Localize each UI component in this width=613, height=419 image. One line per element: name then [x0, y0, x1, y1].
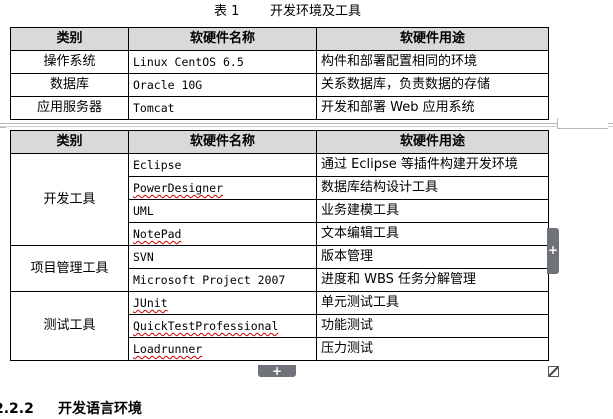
cell-name[interactable]: Linux CentOS 6.5 — [128, 50, 317, 74]
cell-category[interactable]: 应用服务器 — [10, 96, 129, 120]
header-usage[interactable]: 软硬件用途 — [316, 27, 549, 51]
cell-usage[interactable]: 数据库结构设计工具 — [316, 176, 549, 200]
cell-usage[interactable]: 构件和部署配置相同的环境 — [316, 50, 549, 74]
section-number: 2.2.2 — [0, 401, 34, 417]
table-row: 测试工具 JUnit 单元测试工具 — [10, 291, 549, 361]
cell-usage[interactable]: 功能测试 — [316, 314, 549, 338]
section-title: 开发语言环境 — [58, 401, 142, 417]
header-category[interactable]: 类别 — [10, 27, 129, 51]
environment-table[interactable]: 类别 软硬件名称 软硬件用途 操作系统 Linux CentOS 6.5 构件和… — [10, 27, 549, 120]
table-row: 数据库 Oracle 10G 关系数据库，负责数据的存储 — [10, 73, 549, 97]
cell-usage[interactable]: 版本管理 — [316, 245, 549, 269]
cell-name[interactable]: Tomcat — [128, 96, 317, 120]
cell-usage[interactable]: 业务建模工具 — [316, 199, 549, 223]
caption-title: 开发环境及工具 — [270, 4, 362, 19]
cell-category[interactable]: 测试工具 — [10, 291, 129, 361]
plus-icon: + — [548, 243, 559, 257]
spellcheck-text: QuickTestProfessional — [133, 319, 279, 333]
cell-name[interactable]: NotePad — [128, 222, 317, 246]
cell-usage[interactable]: 通过 Eclipse 等插件构建开发环境 — [316, 153, 549, 177]
page-corner-mark — [557, 118, 608, 129]
cell-name[interactable]: SVN — [128, 245, 317, 269]
tools-table[interactable]: 类别 软硬件名称 软硬件用途 开发工具 Eclipse 通过 Eclipse 等… — [10, 130, 549, 361]
cell-category[interactable]: 开发工具 — [10, 153, 129, 246]
header-usage[interactable]: 软硬件用途 — [316, 130, 549, 154]
table-row: 开发工具 Eclipse 通过 Eclipse 等插件构建开发环境 — [10, 153, 549, 246]
plus-icon: + — [271, 364, 283, 378]
table-resize-handle[interactable] — [548, 366, 559, 377]
cell-usage[interactable]: 关系数据库，负责数据的存储 — [316, 73, 549, 97]
cell-category[interactable]: 数据库 — [10, 73, 129, 97]
cell-name[interactable]: Microsoft Project 2007 — [128, 268, 317, 292]
spellcheck-text: PowerDesigner — [133, 181, 224, 195]
header-category[interactable]: 类别 — [10, 130, 129, 154]
page-break-line — [0, 123, 613, 124]
cell-usage[interactable]: 文本编辑工具 — [316, 222, 549, 246]
cell-name[interactable]: Oracle 10G — [128, 73, 317, 97]
spellcheck-text: NotePad — [133, 227, 182, 241]
add-row-button[interactable]: + — [258, 365, 296, 377]
cell-usage[interactable]: 开发和部署 Web 应用系统 — [316, 96, 549, 120]
cell-usage[interactable]: 进度和 WBS 任务分解管理 — [316, 268, 549, 292]
table-header-row: 类别 软硬件名称 软硬件用途 — [10, 130, 549, 154]
table-row: 应用服务器 Tomcat 开发和部署 Web 应用系统 — [10, 96, 549, 120]
page-break — [0, 118, 613, 129]
table-header-row: 类别 软硬件名称 软硬件用途 — [10, 27, 549, 51]
add-column-button[interactable]: + — [547, 228, 559, 274]
cell-usage[interactable]: 单元测试工具 — [316, 291, 549, 315]
cell-name[interactable]: Loadrunner — [128, 337, 317, 361]
cell-name[interactable]: QuickTestProfessional — [128, 314, 317, 338]
spellcheck-text: JUnit — [133, 296, 168, 310]
page-corner-mark — [0, 121, 6, 128]
cell-name[interactable]: PowerDesigner — [128, 176, 317, 200]
page-break-line — [0, 126, 613, 127]
table-row: 操作系统 Linux CentOS 6.5 构件和部署配置相同的环境 — [10, 50, 549, 74]
cell-name[interactable]: JUnit — [128, 291, 317, 315]
cell-usage[interactable]: 压力测试 — [316, 337, 549, 361]
cell-name[interactable]: UML — [128, 199, 317, 223]
cell-name[interactable]: Eclipse — [128, 153, 317, 177]
header-name[interactable]: 软硬件名称 — [128, 130, 317, 154]
caption-number: 表 1 — [214, 4, 240, 19]
table-row: 项目管理工具 SVN 版本管理 — [10, 245, 549, 292]
header-name[interactable]: 软硬件名称 — [128, 27, 317, 51]
spellcheck-text: Loadrunner — [133, 342, 203, 356]
cell-category[interactable]: 项目管理工具 — [10, 245, 129, 292]
table-caption: 表 1 开发环境及工具 — [0, 3, 613, 21]
cell-category[interactable]: 操作系统 — [10, 50, 129, 74]
